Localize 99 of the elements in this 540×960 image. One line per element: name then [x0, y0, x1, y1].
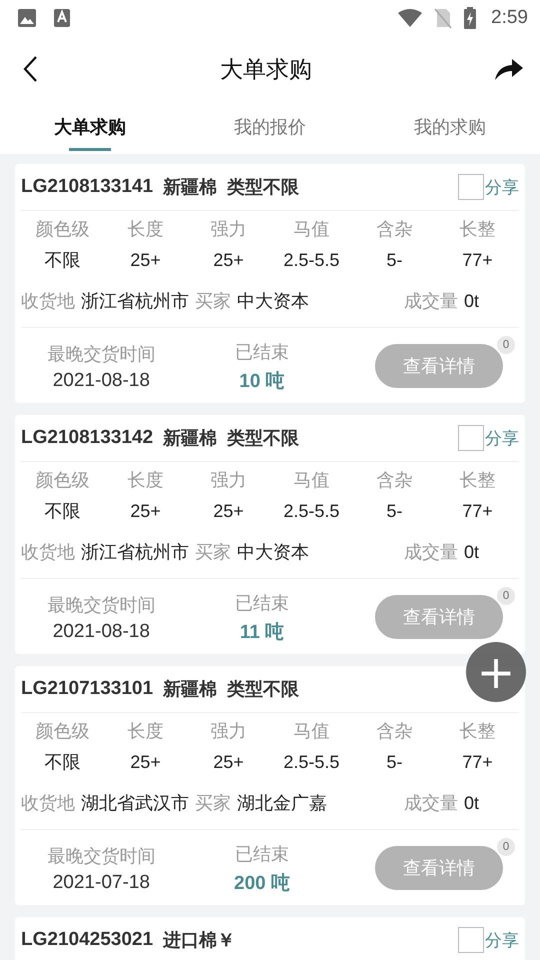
- no-sim-icon: [433, 7, 454, 29]
- share-link[interactable]: 分享: [485, 426, 519, 450]
- tab[interactable]: 我的报价: [180, 102, 360, 154]
- volume-value: 0t: [464, 542, 479, 562]
- spec-value: 25+: [213, 249, 244, 272]
- cotton-origin: 新疆棉: [163, 427, 218, 450]
- spec-value: 77+: [462, 500, 493, 523]
- deadline-label: 最晚交货时间: [47, 844, 156, 868]
- place-label: 收货地: [21, 541, 75, 564]
- spec-label: 强力: [210, 218, 246, 242]
- font-icon: [53, 8, 71, 28]
- buyer-value: 中大资本: [237, 541, 309, 564]
- tab[interactable]: 我的求购: [360, 102, 540, 154]
- volume-label: 成交量: [404, 290, 458, 313]
- count-badge: 0: [497, 586, 516, 604]
- place-value: 湖北省武汉市: [81, 792, 189, 815]
- image-icon: [17, 8, 37, 28]
- cotton-type: 类型不限: [227, 427, 300, 450]
- amount-text: 200 吨: [234, 872, 290, 896]
- spec-value: 25+: [213, 500, 244, 523]
- status-time: 2:59: [491, 7, 528, 29]
- spec-label: 强力: [210, 469, 246, 493]
- volume-label: 成交量: [404, 792, 458, 815]
- cotton-type: 类型不限: [227, 678, 300, 701]
- order-code: LG2108133141: [21, 176, 154, 198]
- count-badge: 0: [497, 336, 516, 354]
- buyer-label: 买家: [195, 792, 231, 815]
- spec-value: 25+: [130, 751, 161, 774]
- volume-value: 0t: [464, 792, 479, 814]
- place-label: 收货地: [21, 792, 75, 815]
- buyer-label: 买家: [195, 290, 231, 313]
- spec-label: 含杂: [376, 720, 412, 744]
- checkbox[interactable]: [458, 174, 484, 200]
- place-label: 收货地: [21, 290, 75, 313]
- spec-value: 不限: [44, 500, 80, 523]
- spec-value: 5-: [386, 751, 402, 774]
- status-text: 已结束: [235, 592, 289, 616]
- spec-label: 颜色级: [36, 720, 90, 744]
- cotton-origin: 新疆棉: [163, 678, 218, 701]
- amount-text: 10 吨: [239, 370, 285, 394]
- volume-label: 成交量: [404, 541, 458, 564]
- spec-label: 马值: [294, 469, 330, 493]
- spec-value: 25+: [130, 249, 161, 272]
- spec-label: 长度: [128, 720, 164, 744]
- spec-value: 2.5-5.5: [283, 751, 340, 774]
- spec-value: 2.5-5.5: [283, 249, 340, 272]
- checkbox[interactable]: [458, 425, 484, 451]
- wifi-icon: [397, 8, 424, 28]
- details-button[interactable]: 查看详情: [375, 344, 504, 388]
- place-value: 浙江省杭州市: [81, 290, 189, 313]
- tab[interactable]: 大单求购: [0, 102, 180, 154]
- checkbox[interactable]: [458, 927, 484, 953]
- share-link[interactable]: 分享: [485, 928, 519, 952]
- deadline-label: 最晚交货时间: [47, 342, 156, 366]
- spec-value: 25+: [213, 751, 244, 774]
- spec-label: 马值: [294, 218, 330, 242]
- place-value: 浙江省杭州市: [81, 541, 189, 564]
- spec-label: 含杂: [376, 469, 412, 493]
- cotton-origin: 进口棉￥: [163, 929, 236, 952]
- spec-label: 马值: [294, 720, 330, 744]
- deadline-date: 2021-08-18: [52, 370, 150, 392]
- battery-icon: [463, 7, 478, 29]
- spec-value: 77+: [462, 751, 493, 774]
- details-button[interactable]: 查看详情: [375, 594, 504, 638]
- spec-label: 长度: [128, 469, 164, 493]
- order-code: LG2108133142: [21, 427, 154, 449]
- buyer-value: 中大资本: [237, 290, 309, 313]
- volume-value: 0t: [464, 290, 479, 312]
- deadline-date: 2021-08-18: [52, 620, 150, 642]
- spec-value: 77+: [462, 249, 493, 272]
- spec-label: 长度: [128, 218, 164, 242]
- spec-label: 颜色级: [36, 469, 90, 493]
- status-text: 已结束: [235, 842, 289, 866]
- cotton-origin: 新疆棉: [163, 176, 218, 199]
- spec-label: 含杂: [376, 218, 412, 242]
- share-link[interactable]: 分享: [485, 176, 519, 198]
- buyer-value: 湖北金广嘉: [237, 792, 327, 815]
- spec-label: 长整: [460, 720, 496, 744]
- count-badge: 0: [497, 838, 516, 856]
- spec-value: 25+: [130, 500, 161, 523]
- status-text: 已结束: [235, 340, 289, 364]
- details-button[interactable]: 查看详情: [375, 846, 504, 890]
- spec-value: 2.5-5.5: [283, 500, 340, 523]
- order-code: LG2104253021: [21, 929, 154, 951]
- page-title: 大单求购: [220, 56, 312, 84]
- order-code: LG2107133101: [21, 678, 154, 700]
- deadline-label: 最晚交货时间: [47, 594, 156, 618]
- amount-text: 11 吨: [240, 620, 284, 644]
- spec-label: 长整: [460, 218, 496, 242]
- spec-value: 5-: [386, 249, 402, 272]
- deadline-date: 2021-07-18: [52, 872, 150, 894]
- spec-label: 长整: [460, 469, 496, 493]
- cotton-type: 类型不限: [227, 176, 300, 199]
- spec-value: 不限: [44, 751, 80, 774]
- buyer-label: 买家: [195, 541, 231, 564]
- spec-label: 颜色级: [36, 218, 90, 242]
- spec-label: 强力: [210, 720, 246, 744]
- spec-value: 不限: [44, 249, 80, 272]
- spec-value: 5-: [386, 500, 402, 523]
